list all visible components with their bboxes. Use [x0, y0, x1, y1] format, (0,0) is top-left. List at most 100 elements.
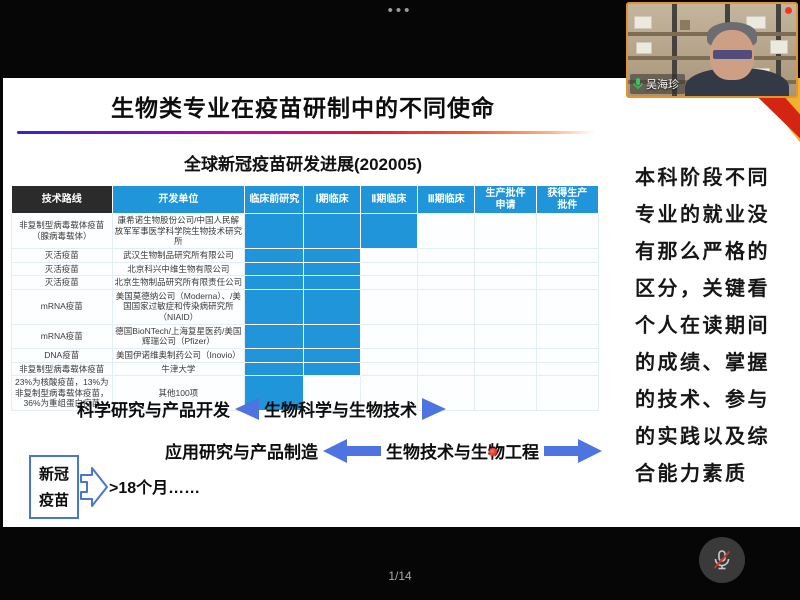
progress-cell-empty	[536, 348, 598, 362]
progress-cell-empty	[418, 214, 475, 249]
route-cell: mRNA疫苗	[12, 324, 113, 348]
route-cell: DNA疫苗	[12, 348, 113, 362]
page-indicator: 1/14	[0, 569, 800, 583]
progress-cell-empty	[418, 362, 475, 376]
progress-cell-filled	[245, 276, 304, 290]
mapping2-center-label: 生物技术与生物工程	[386, 438, 539, 463]
progress-cell-empty	[536, 289, 598, 324]
progress-cell-filled	[304, 262, 360, 276]
slide-title: 生物类专业在疫苗研制中的不同使命	[3, 89, 603, 123]
route-cell: 灭活疫苗	[12, 248, 113, 262]
shelf-box	[636, 42, 652, 54]
left-arrow-icon	[235, 398, 259, 420]
duration-label: >18个月……	[109, 474, 200, 498]
progress-cell-empty	[536, 276, 598, 290]
progress-cell-empty	[475, 276, 536, 290]
left-block-arrow-icon	[323, 439, 381, 463]
developer-cell: 美国莫德纳公司（Moderna）、/美国国家过敏症和传染病研究所（NIAID）	[112, 289, 245, 324]
progress-cell-empty	[475, 324, 536, 348]
participant-name: 吴海珍	[646, 76, 679, 92]
table-row: mRNA疫苗美国莫德纳公司（Moderna）、/美国国家过敏症和传染病研究所（N…	[12, 289, 599, 324]
progress-cell-empty	[475, 214, 536, 249]
progress-cell-empty	[475, 376, 536, 411]
column-header: 获得生产 批件	[536, 186, 598, 214]
mute-button[interactable]	[699, 537, 745, 583]
progress-cell-empty	[536, 248, 598, 262]
participant-glasses	[713, 50, 752, 59]
table-row: 灭活疫苗北京科兴中维生物有限公司	[12, 262, 599, 276]
right-arrow-icon	[422, 398, 446, 420]
route-cell: 灭活疫苗	[12, 276, 113, 290]
developer-cell: 北京科兴中维生物有限公司	[112, 262, 245, 276]
column-header: Ⅰ期临床	[304, 186, 360, 214]
developer-cell: 武汉生物制品研究所有限公司	[112, 248, 245, 262]
progress-cell-empty	[360, 324, 417, 348]
progress-cell-empty	[418, 262, 475, 276]
progress-cell-empty	[536, 376, 598, 411]
progress-cell-filled	[304, 324, 360, 348]
table-row: 非复制型病毒载体疫苗（腺病毒载体）康希诺生物股份公司/中国人民解放军军事医学科学…	[12, 214, 599, 249]
developer-cell: 牛津大学	[112, 362, 245, 376]
developer-cell: 康希诺生物股份公司/中国人民解放军军事医学科学院生物技术研究所	[112, 214, 245, 249]
vaccine-progress-table: 技术路线开发单位临床前研究Ⅰ期临床Ⅱ期临床Ⅲ期临床生产批件 申请获得生产 批件 …	[11, 185, 599, 411]
column-header: 临床前研究	[245, 186, 304, 214]
progress-cell-filled	[304, 214, 360, 249]
shelf-box	[634, 16, 652, 29]
right-block-arrow-icon	[544, 439, 602, 463]
table-row: 非复制型病毒载体疫苗牛津大学	[12, 362, 599, 376]
route-cell: 非复制型病毒载体疫苗（腺病毒载体）	[12, 214, 113, 249]
table-header-row: 技术路线开发单位临床前研究Ⅰ期临床Ⅱ期临床Ⅲ期临床生产批件 申请获得生产 批件	[12, 186, 599, 214]
recording-dot	[785, 7, 792, 14]
progress-cell-empty	[360, 276, 417, 290]
progress-cell-empty	[360, 262, 417, 276]
progress-cell-empty	[360, 289, 417, 324]
laser-pointer-dot	[489, 448, 497, 456]
table-row: mRNA疫苗德国BioNTech/上海复星医药/美国辉瑞公司（Pfizer）	[12, 324, 599, 348]
books	[680, 20, 690, 30]
progress-cell-empty	[418, 289, 475, 324]
participant-name-tag: 吴海珍	[630, 74, 685, 94]
meeting-window: ••• 生物类专业在疫苗研制中的不同使命 全球新冠疫苗研发进展(202005) …	[0, 0, 800, 600]
column-header: Ⅲ期临床	[418, 186, 475, 214]
side-note-text: 本科阶段不同 专业的就业没 有那么严格的 区分，关键看 个人在读期间 的成绩、掌…	[635, 160, 793, 493]
column-header: Ⅱ期临床	[360, 186, 417, 214]
progress-cell-filled	[304, 248, 360, 262]
progress-cell-empty	[536, 262, 598, 276]
progress-cell-empty	[360, 248, 417, 262]
progress-cell-filled	[245, 214, 304, 249]
route-cell: 灭活疫苗	[12, 262, 113, 276]
progress-cell-empty	[418, 324, 475, 348]
mapping-row-science: 科学研究与产品开发 生物科学与生物技术	[77, 396, 446, 421]
column-header: 技术路线	[12, 186, 113, 214]
progress-cell-empty	[418, 276, 475, 290]
developer-cell: 德国BioNTech/上海复星医药/美国辉瑞公司（Pfizer）	[112, 324, 245, 348]
route-cell: 非复制型病毒载体疫苗	[12, 362, 113, 376]
title-underline-gradient	[17, 131, 595, 134]
progress-cell-filled	[245, 262, 304, 276]
progress-cell-empty	[475, 348, 536, 362]
progress-cell-filled	[245, 348, 304, 362]
progress-cell-empty	[536, 324, 598, 348]
progress-cell-filled	[245, 248, 304, 262]
mapping1-center-label: 生物科学与生物技术	[264, 396, 417, 421]
chevron-right-arrow-icon	[79, 466, 109, 508]
table-row: 灭活疫苗北京生物制品研究所有限责任公司	[12, 276, 599, 290]
mapping2-left-label: 应用研究与产品制造	[165, 438, 318, 463]
more-options-dots[interactable]: •••	[388, 2, 413, 19]
progress-cell-empty	[475, 289, 536, 324]
progress-cell-empty	[360, 362, 417, 376]
progress-cell-empty	[536, 214, 598, 249]
shelf-box	[770, 40, 788, 54]
progress-cell-empty	[475, 248, 536, 262]
table-row: 灭活疫苗武汉生物制品研究所有限公司	[12, 248, 599, 262]
route-cell: mRNA疫苗	[12, 289, 113, 324]
progress-cell-empty	[475, 262, 536, 276]
mapping-row-engineering: 应用研究与产品制造 生物技术与生物工程	[165, 438, 602, 463]
developer-cell: 北京生物制品研究所有限责任公司	[112, 276, 245, 290]
column-header: 生产批件 申请	[475, 186, 536, 214]
table-title: 全球新冠疫苗研发进展(202005)	[3, 150, 603, 175]
progress-cell-empty	[536, 362, 598, 376]
progress-cell-filled	[304, 289, 360, 324]
participant-video[interactable]: 吴海珍	[626, 2, 798, 98]
progress-cell-filled	[304, 276, 360, 290]
